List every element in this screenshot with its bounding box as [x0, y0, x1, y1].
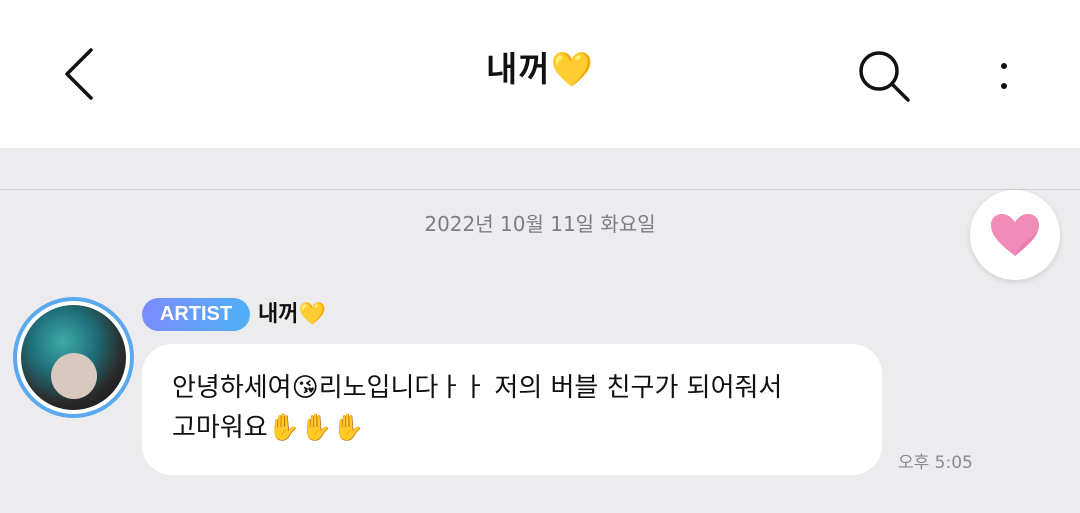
reaction-heart-button[interactable] [970, 190, 1060, 280]
message-text-line: 안녕하세여😘리노입니다ㅏㅏ 저의 버블 친구가 되어줘서 [172, 373, 783, 403]
artist-badge: ARTIST [142, 298, 250, 331]
heart-icon [991, 214, 1039, 256]
sender-name: 내꺼💛 [258, 302, 326, 327]
avatar-image [21, 305, 126, 410]
chat-title: 내꺼💛 [486, 50, 594, 90]
search-button[interactable] [852, 44, 916, 108]
date-separator: 2022년 10월 11일 화요일 [424, 212, 656, 236]
message-timestamp: 오후 5:05 [898, 453, 973, 473]
menu-dot [1001, 63, 1007, 69]
message-bubble[interactable]: 안녕하세여😘리노입니다ㅏㅏ 저의 버블 친구가 되어줘서 고마워요✋✋✋ [142, 344, 882, 475]
header-divider [0, 189, 1080, 190]
menu-dot [1001, 83, 1007, 89]
message-text-line: 고마워요✋✋✋ [172, 413, 365, 443]
top-app-bar: 내꺼💛 [0, 0, 1080, 148]
more-vertical-icon[interactable] [980, 48, 1028, 104]
avatar[interactable] [13, 297, 134, 418]
search-icon [859, 51, 910, 102]
